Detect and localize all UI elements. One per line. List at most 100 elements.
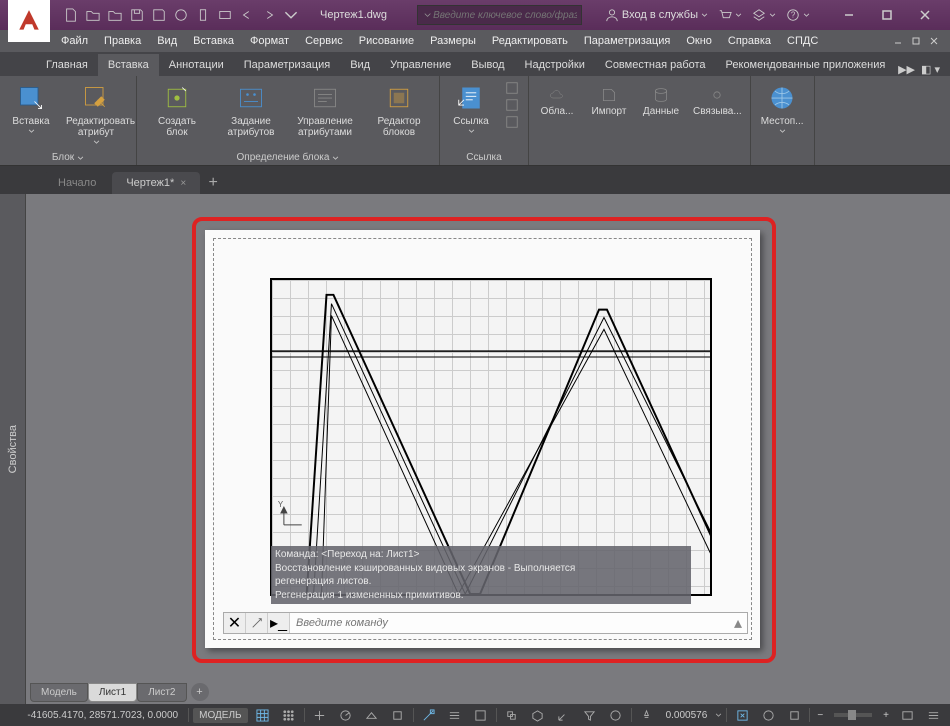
properties-palette[interactable]: Свойства — [0, 194, 26, 704]
group-blockdef-label[interactable]: Определение блока — [141, 150, 435, 165]
ortho-toggle[interactable] — [309, 706, 331, 724]
app-logo[interactable] — [8, 0, 50, 42]
close-button[interactable] — [906, 3, 944, 27]
import-button[interactable]: Импорт — [587, 84, 631, 119]
rtab-featured[interactable]: Рекомендованные приложения — [716, 54, 896, 76]
menu-spds[interactable]: СПДС — [780, 32, 825, 50]
help-button[interactable]: ? — [786, 8, 810, 22]
menu-modify[interactable]: Редактировать — [485, 32, 575, 50]
polar-toggle[interactable] — [335, 706, 357, 724]
add-layout-button[interactable]: + — [191, 683, 209, 701]
search-input[interactable] — [433, 10, 577, 21]
caret-icon[interactable] — [715, 713, 722, 717]
isodraft-toggle[interactable] — [361, 706, 383, 724]
menu-parametric[interactable]: Параметризация — [577, 32, 677, 50]
rtab-addins[interactable]: Надстройки — [515, 54, 595, 76]
layout-tab-sheet1[interactable]: Лист1 — [88, 683, 137, 702]
osnap-toggle[interactable] — [387, 706, 409, 724]
location-button[interactable]: Местоп... — [757, 80, 808, 135]
data-button[interactable]: Данные — [639, 84, 683, 119]
create-block-button[interactable]: Создать блок — [143, 80, 211, 140]
cmd-prompt-icon[interactable]: ▸_ — [268, 613, 290, 633]
group-block-label[interactable]: Блок — [4, 150, 132, 165]
qat-new-icon[interactable] — [62, 6, 80, 24]
doc-tab-start[interactable]: Начало — [44, 172, 110, 194]
dynucs-toggle[interactable] — [553, 706, 575, 724]
ribbon-collapse-icon[interactable]: ◧ ▾ — [921, 63, 940, 76]
rtab-manage[interactable]: Управление — [380, 54, 461, 76]
rtab-parametric[interactable]: Параметризация — [234, 54, 340, 76]
command-line[interactable]: ✕ ▸_ ▴ — [223, 612, 748, 634]
new-doc-tab[interactable]: + — [202, 172, 224, 194]
hardware-accel[interactable] — [757, 706, 779, 724]
rtab-collab[interactable]: Совместная работа — [595, 54, 716, 76]
isolate-objects[interactable] — [783, 706, 805, 724]
clean-screen[interactable] — [896, 706, 918, 724]
rtab-view[interactable]: Вид — [340, 54, 380, 76]
cmd-close-icon[interactable]: ✕ — [224, 613, 246, 633]
qat-open-icon[interactable] — [84, 6, 102, 24]
snap-toggle[interactable] — [278, 706, 300, 724]
cmd-customize-icon[interactable] — [246, 613, 268, 633]
xref-button[interactable]: Ссылка — [446, 80, 496, 135]
qat-saveas-icon[interactable] — [150, 6, 168, 24]
canvas-area[interactable]: Y С Свой В МСК Команда: <Переход на: Лис… — [30, 202, 940, 676]
gizmo-toggle[interactable] — [605, 706, 627, 724]
login-button[interactable]: Вход в службы — [605, 8, 708, 22]
cloud-button[interactable]: Обла... — [535, 84, 579, 119]
edit-attribute-button[interactable]: Редактировать атрибут — [62, 80, 130, 146]
qat-save-icon[interactable] — [128, 6, 146, 24]
rtab-home[interactable]: Главная — [36, 54, 98, 76]
mdi-restore[interactable] — [908, 34, 924, 48]
layout-tab-sheet2[interactable]: Лист2 — [137, 683, 186, 702]
zoom-slider[interactable] — [834, 713, 872, 717]
menu-insert[interactable]: Вставка — [186, 32, 241, 50]
coordinates[interactable]: -41605.4170, 28571.7023, 0.0000 — [21, 710, 184, 721]
search-box[interactable] — [417, 5, 582, 25]
define-attributes-button[interactable]: Задание атрибутов — [217, 80, 285, 140]
row-attach1[interactable] — [502, 80, 522, 96]
row-attach2[interactable] — [502, 97, 522, 113]
menu-format[interactable]: Формат — [243, 32, 296, 50]
zoom-plus[interactable]: + — [880, 710, 892, 721]
otrack-toggle[interactable] — [418, 706, 440, 724]
menu-view[interactable]: Вид — [150, 32, 184, 50]
menu-file[interactable]: Файл — [54, 32, 95, 50]
close-tab-icon[interactable]: × — [180, 178, 186, 189]
rtab-annotate[interactable]: Аннотации — [159, 54, 234, 76]
rtab-output[interactable]: Вывод — [461, 54, 514, 76]
link-button[interactable]: Связыва... — [691, 84, 744, 119]
qat-dropdown-icon[interactable] — [282, 6, 300, 24]
maximize-viewport[interactable] — [731, 706, 753, 724]
menu-window[interactable]: Окно — [679, 32, 719, 50]
qat-undo-icon[interactable] — [238, 6, 256, 24]
layout-tab-model[interactable]: Модель — [30, 683, 88, 702]
mdi-close[interactable] — [926, 34, 942, 48]
qat-open2-icon[interactable] — [106, 6, 124, 24]
app-store-button[interactable] — [718, 8, 742, 22]
qat-plot-icon[interactable] — [216, 6, 234, 24]
menu-dimensions[interactable]: Размеры — [423, 32, 483, 50]
model-paper-toggle[interactable]: МОДЕЛЬ — [193, 708, 247, 723]
customize-status[interactable] — [922, 706, 944, 724]
grid-toggle[interactable] — [252, 706, 274, 724]
doc-tab-drawing[interactable]: Чертеж1*× — [112, 172, 200, 194]
menu-edit[interactable]: Правка — [97, 32, 148, 50]
block-editor-button[interactable]: Редактор блоков — [365, 80, 433, 140]
cmd-recent-icon[interactable]: ▴ — [729, 613, 747, 633]
group-ref-label[interactable]: Ссылка — [444, 150, 524, 165]
insert-block-button[interactable]: Вставка — [6, 80, 56, 135]
lineweight-toggle[interactable] — [444, 706, 466, 724]
qat-web-icon[interactable] — [172, 6, 190, 24]
menu-tools[interactable]: Сервис — [298, 32, 350, 50]
rtab-insert[interactable]: Вставка — [98, 54, 159, 76]
layout-paper[interactable]: Y С Свой В МСК Команда: <Переход на: Лис… — [205, 230, 760, 648]
ribbon-play-icon[interactable]: ▶▶ — [898, 63, 915, 76]
menu-draw[interactable]: Рисование — [352, 32, 421, 50]
manage-attributes-button[interactable]: Управление атрибутами — [291, 80, 359, 140]
annoscale-icon[interactable] — [636, 706, 658, 724]
selection-cycling[interactable] — [501, 706, 523, 724]
zoom-minus[interactable]: − — [814, 710, 826, 721]
command-input[interactable] — [290, 617, 729, 629]
row-attach3[interactable] — [502, 114, 522, 130]
